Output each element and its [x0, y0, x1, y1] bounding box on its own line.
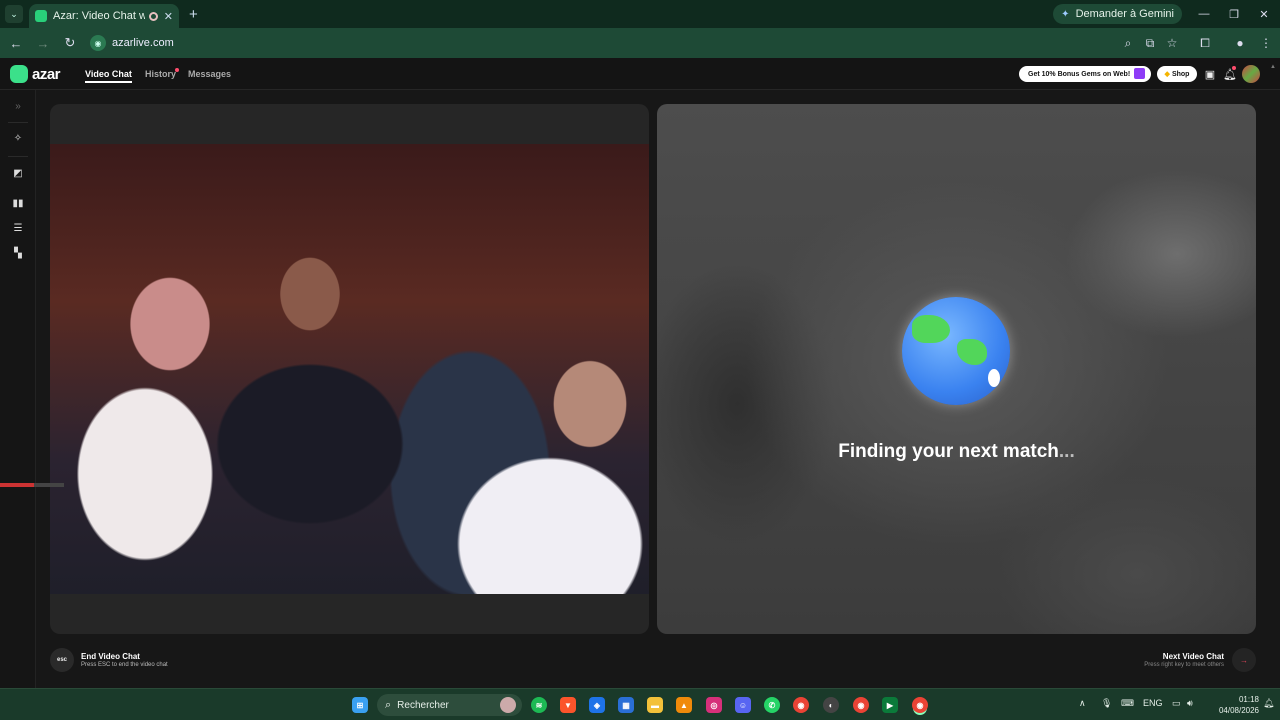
notification-badge [1232, 66, 1236, 70]
promo-label: Get 10% Bonus Gems on Web! [1028, 70, 1131, 78]
zoom-icon[interactable]: ⌕ [1118, 33, 1138, 53]
restore-button[interactable]: ❐ [1218, 0, 1250, 28]
end-chat-title: End Video Chat [81, 652, 140, 661]
clock-date: 04/08/2026 [1218, 706, 1259, 715]
azar-logo[interactable]: azar [10, 65, 61, 83]
chrome-profile-icon[interactable]: ◉ [853, 697, 869, 713]
file-explorer-icon[interactable]: ▬ [647, 697, 663, 713]
gemini-label: Demander à Gemini [1075, 8, 1174, 20]
next-chat-hint: Press right key to meet others [1144, 662, 1224, 668]
inbox-icon[interactable]: ▣ [1203, 67, 1217, 81]
left-sidebar: » ✧ ◩ ▮▮ ☰ ▚ [0, 90, 36, 688]
azar-favicon-icon [35, 10, 47, 22]
my-camera-panel [50, 104, 649, 634]
install-app-icon[interactable]: ⧉ [1140, 33, 1160, 53]
network-icon[interactable]: ▭ [1172, 698, 1181, 709]
ask-gemini-button[interactable]: ✦ Demander à Gemini [1053, 4, 1182, 24]
play-icon[interactable]: ▶ [882, 697, 898, 713]
layout-pip-icon[interactable]: ▚ [10, 245, 26, 261]
browser-tab-azar[interactable]: Azar: Video Chat with New ✕ [29, 4, 179, 28]
chrome-icon[interactable]: ◉ [793, 697, 809, 713]
language-indicator[interactable]: ENG [1143, 698, 1163, 708]
address-toolbar: ← → ↻ ◉ azarlive.com [0, 28, 1280, 58]
nav-video-chat[interactable]: Video Chat [85, 69, 132, 83]
site-info-icon[interactable]: ◉ [90, 35, 106, 51]
whatsapp-icon[interactable]: ✆ [764, 697, 780, 713]
finding-ellipsis: ... [1058, 441, 1075, 462]
tab-search-button[interactable]: ⌄ [5, 5, 23, 23]
brave-icon[interactable]: ▼ [560, 697, 576, 713]
clock-time: 01:18 [1238, 695, 1259, 704]
address-bar[interactable]: ◉ azarlive.com [90, 32, 1190, 54]
expand-sidebar-icon[interactable]: » [10, 98, 26, 114]
notifications-icon[interactable]: 🔔︎ [1263, 698, 1274, 709]
next-chat-title: Next Video Chat [1162, 652, 1224, 661]
layout-stacked-icon[interactable]: ☰ [10, 220, 26, 236]
recording-icon [148, 11, 158, 21]
minimize-button[interactable]: — [1188, 0, 1220, 28]
gift-icon [1134, 68, 1145, 79]
back-button[interactable]: ← [4, 31, 28, 55]
magic-wand-icon[interactable]: ✧ [10, 130, 26, 146]
left-edge-indicator [0, 483, 64, 487]
reload-button[interactable]: ↻ [58, 31, 82, 55]
gem-icon: ◆ [1164, 71, 1170, 78]
bonus-gems-promo-button[interactable]: Get 10% Bonus Gems on Web! [1019, 66, 1151, 82]
windows-start-icon[interactable]: ⊞ [352, 697, 368, 713]
tab-title: Azar: Video Chat with New [53, 10, 145, 22]
defender-icon[interactable]: ◈ [589, 697, 605, 713]
filter-icon[interactable]: ◩ [10, 165, 26, 181]
sidebar-divider [8, 122, 28, 123]
nav-messages[interactable]: Messages [188, 69, 231, 79]
vlc-icon[interactable]: ▲ [676, 697, 692, 713]
app-icon[interactable]: ◐ [823, 697, 839, 713]
gemini-spark-icon: ✦ [1061, 8, 1070, 20]
tray-expand-icon[interactable]: ∧ [1079, 698, 1086, 709]
globe-icon [902, 297, 1010, 405]
logo-text: azar [32, 65, 61, 83]
url-text: azarlive.com [112, 37, 174, 49]
instagram-icon[interactable]: ◎ [706, 697, 722, 713]
search-icon: ⌕ [385, 698, 392, 711]
chrome-active-icon[interactable]: ◉ [912, 697, 928, 713]
shop-label: Shop [1171, 70, 1190, 78]
extensions-icon[interactable]: ⧠ [1195, 33, 1215, 53]
finding-match-status: Finding your next match... [657, 441, 1256, 463]
system-clock[interactable]: 01:18 04/08/2026 [1203, 694, 1259, 716]
profile-icon[interactable]: ● [1230, 33, 1250, 53]
spotify-icon[interactable]: ≋ [531, 697, 547, 713]
nav-history[interactable]: History [145, 69, 176, 79]
my-camera-video [50, 144, 649, 594]
finding-text: Finding your next match [838, 441, 1059, 462]
search-placeholder: Rechercher [397, 699, 449, 711]
user-avatar[interactable] [1242, 65, 1260, 83]
layout-side-by-side-icon[interactable]: ▮▮ [10, 195, 26, 211]
end-chat-hint: Press ESC to end the video chat [81, 662, 168, 668]
microphone-icon[interactable]: 🎙︎ [1101, 698, 1112, 709]
volume-icon[interactable]: 🔊︎ [1187, 698, 1193, 709]
discord-icon[interactable]: ☺ [735, 697, 751, 713]
end-chat-button[interactable]: esc [50, 648, 74, 672]
forward-button[interactable]: → [31, 31, 55, 55]
tab-close-icon[interactable]: ✕ [164, 10, 173, 23]
sidebar-divider [8, 156, 28, 157]
bookmark-star-icon[interactable]: ☆ [1162, 33, 1182, 53]
new-tab-button[interactable]: + [189, 6, 198, 23]
history-notification-dot [175, 68, 179, 72]
shop-button[interactable]: ◆ Shop [1157, 66, 1197, 82]
match-panel: Finding your next match... [657, 104, 1256, 634]
keyboard-icon[interactable]: ⌨ [1121, 698, 1134, 709]
search-highlight-icon [500, 697, 516, 713]
taskbar-search[interactable]: ⌕ Rechercher [377, 694, 522, 716]
window-close-button[interactable]: ✕ [1248, 0, 1280, 28]
next-chat-button[interactable]: → [1232, 648, 1256, 672]
scroll-up-icon[interactable]: ▲ [1270, 64, 1276, 70]
store-icon[interactable]: ▦ [618, 697, 634, 713]
browser-menu-icon[interactable]: ⋮ [1256, 33, 1276, 53]
azar-logo-icon [10, 65, 28, 83]
app-header: azar Video Chat History Messages Get 10%… [0, 58, 1280, 90]
windows-taskbar: ⊞ ⌕ Rechercher ≋ ▼ ◈ ▦ ▬ ▲ ◎ ☺ ✆ ◉ ◐ ◉ ▶… [0, 688, 1280, 720]
